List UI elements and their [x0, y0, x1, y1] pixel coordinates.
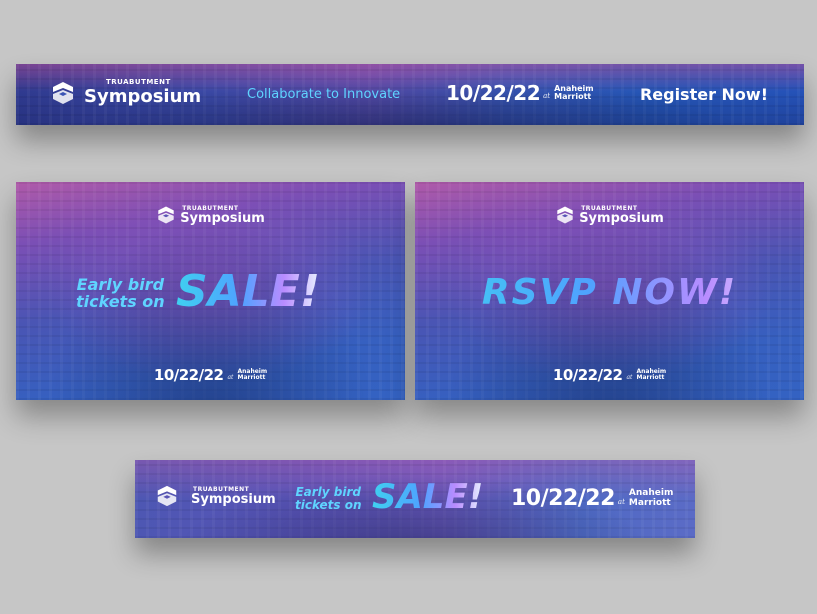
- early-bird-line-2: tickets on: [76, 291, 165, 311]
- event-date: 10/22/22: [446, 81, 541, 105]
- abutment-logo-icon: [157, 485, 177, 507]
- at-text: at: [543, 92, 551, 100]
- event-date: 10/22/22: [511, 486, 615, 511]
- sale-headline: SALE!: [176, 266, 320, 317]
- event-date-venue: 10/22/22 at Anaheim Marriott: [415, 366, 804, 384]
- tagline: Collaborate to Innovate: [247, 87, 401, 102]
- event-date: 10/22/22: [153, 366, 224, 384]
- brand-name: Symposium: [191, 491, 276, 507]
- horizontal-sale-banner[interactable]: Truabutment Symposium Early bird tickets…: [135, 460, 695, 538]
- brand-name: Symposium: [84, 86, 202, 107]
- venue: Anaheim Marriott: [636, 368, 666, 382]
- leaderboard-banner[interactable]: Truabutment Symposium Collaborate to Inn…: [16, 64, 804, 125]
- early-bird-text: Early bird tickets on: [76, 276, 165, 311]
- event-date-venue: 10/22/22 at Anaheim Marriott: [446, 81, 594, 105]
- venue: Anaheim Marriott: [237, 368, 267, 382]
- brand-logo: Truabutment Symposium: [155, 484, 276, 508]
- brand-logo: Truabutment Symposium: [415, 205, 804, 225]
- rsvp-banner[interactable]: Truabutment Symposium RSVP NOW! 10/22/22…: [415, 182, 804, 400]
- venue-line-2: Marriott: [636, 374, 665, 381]
- event-date-venue: 10/22/22 at Anaheim Marriott: [511, 486, 673, 511]
- brand-name: Symposium: [180, 210, 265, 226]
- venue-line-2: Marriott: [237, 374, 266, 381]
- brand-logo: Truabutment Symposium: [50, 79, 201, 106]
- early-bird-line-1: Early bird: [295, 485, 362, 499]
- venue: Anaheim Marriott: [554, 84, 593, 102]
- register-now-button[interactable]: Register Now!: [640, 85, 768, 104]
- brand-logo: Truabutment Symposium: [16, 205, 405, 225]
- abutment-logo-icon: [158, 206, 174, 224]
- at-text: at: [227, 374, 234, 381]
- venue: Anaheim Marriott: [628, 488, 673, 508]
- event-date-venue: 10/22/22 at Anaheim Marriott: [16, 366, 405, 384]
- at-text: at: [626, 374, 633, 381]
- venue-line-2: Marriott: [628, 497, 671, 508]
- brand-small-text: Truabutment: [106, 78, 171, 86]
- rsvp-headline: RSVP NOW!: [415, 272, 804, 313]
- venue-line-2: Marriott: [554, 92, 592, 101]
- brand-name: Symposium: [579, 210, 664, 226]
- abutment-logo-icon: [53, 81, 73, 104]
- sale-headline: SALE!: [372, 477, 484, 517]
- event-date: 10/22/22: [552, 366, 623, 384]
- early-bird-text: Early bird tickets on: [295, 486, 362, 511]
- early-bird-line-2: tickets on: [295, 497, 362, 512]
- early-bird-banner[interactable]: Truabutment Symposium Early bird tickets…: [16, 182, 405, 400]
- at-text: at: [617, 497, 625, 506]
- abutment-logo-icon: [557, 206, 573, 224]
